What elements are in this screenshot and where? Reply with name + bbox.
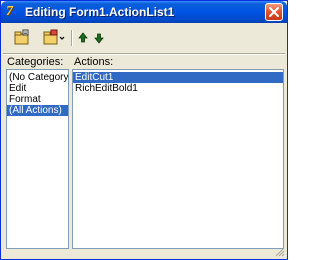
new-standard-action-button[interactable] <box>41 28 67 48</box>
category-item-all-actions[interactable]: (All Actions) <box>7 105 68 116</box>
action-list-editor-window: 7 Editing Form1.ActionList1 Categories: … <box>0 0 288 260</box>
close-button[interactable] <box>265 3 283 21</box>
resize-grip[interactable] <box>275 247 285 257</box>
new-standard-action-icon <box>43 29 65 45</box>
category-item-format[interactable]: Format <box>7 94 68 105</box>
actions-label: Actions: <box>74 56 114 68</box>
actions-list[interactable]: EditCut1 RichEditBold1 <box>72 69 284 249</box>
move-up-button[interactable] <box>77 28 89 48</box>
close-icon <box>269 7 279 17</box>
toolbar-separator <box>71 30 73 46</box>
move-down-button[interactable] <box>93 28 105 48</box>
categories-list[interactable]: (No Category) Edit Format (All Actions) <box>6 69 69 249</box>
new-action-icon <box>14 29 29 45</box>
action-item-editcut1[interactable]: EditCut1 <box>73 72 283 83</box>
category-item-no-category[interactable]: (No Category) <box>7 72 68 83</box>
new-action-button[interactable] <box>11 28 33 48</box>
toolbar <box>5 28 283 50</box>
move-down-icon <box>94 33 104 44</box>
categories-label: Categories: <box>7 56 64 68</box>
category-item-edit[interactable]: Edit <box>7 83 68 94</box>
action-item-richeditbold1[interactable]: RichEditBold1 <box>73 83 283 94</box>
resize-grip-icon <box>275 247 285 257</box>
toolbar-divider <box>3 53 285 55</box>
move-up-icon <box>78 32 88 43</box>
window-title: Editing Form1.ActionList1 <box>25 5 175 19</box>
delphi-icon[interactable]: 7 <box>6 5 20 19</box>
title-bar[interactable]: 7 Editing Form1.ActionList1 <box>1 1 287 23</box>
